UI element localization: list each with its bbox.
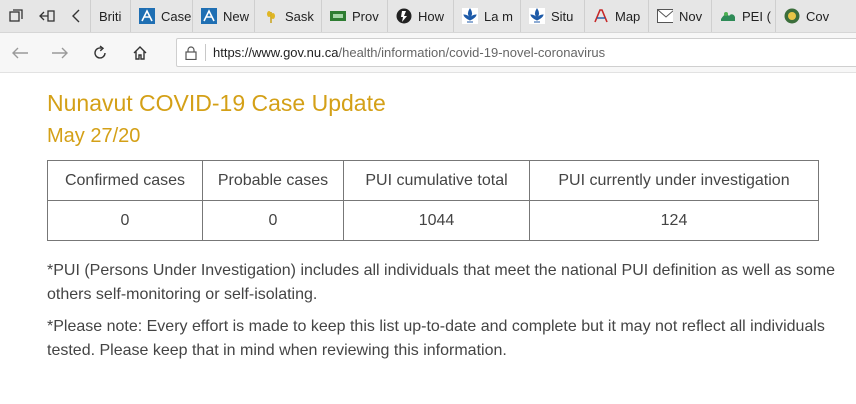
url-field[interactable]: https://www.gov.nu.ca/health/information… — [176, 38, 856, 67]
tab-map[interactable]: Map — [584, 0, 648, 32]
forward-button[interactable] — [48, 42, 72, 64]
page-content: Nunavut COVID-19 Case Update May 27/20 C… — [47, 86, 837, 363]
fleur-de-lis-icon — [462, 8, 478, 24]
tab-label: PEI ( — [742, 8, 771, 24]
tab-how[interactable]: How — [387, 0, 453, 32]
tab-la-m[interactable]: La m — [453, 0, 520, 32]
table-row: 0 0 1044 124 — [47, 200, 819, 241]
page-title: Nunavut COVID-19 Case Update — [47, 90, 386, 116]
tab-label: Briti — [99, 8, 122, 24]
pui-cumulative-total-value: 1044 — [343, 200, 530, 241]
tab-pei[interactable]: PEI ( — [711, 0, 775, 32]
update-date: May 27/20 — [47, 125, 141, 147]
probable-cases-value: 0 — [202, 200, 344, 241]
crest-icon — [784, 8, 800, 24]
tab-prov[interactable]: Prov — [321, 0, 387, 32]
disclaimer-note: *Please note: Every effort is made to ke… — [47, 318, 825, 359]
blue-a-icon — [201, 8, 217, 24]
red-logo-icon — [593, 8, 609, 24]
tab-label: New — [223, 8, 250, 24]
home-button[interactable] — [128, 42, 152, 64]
tab-case[interactable]: Case — [130, 0, 192, 32]
tab-bar: Briti Case New Sask Prov How La m Situ M… — [0, 0, 856, 33]
url-path: /health/information/covid-19-novel-coron… — [338, 45, 606, 60]
header-pui-cumulative-total: PUI cumulative total — [343, 160, 530, 201]
tab-label: Prov — [352, 8, 379, 24]
lock-icon[interactable] — [177, 45, 205, 60]
tab-sask[interactable]: Sask — [254, 0, 321, 32]
table-header-row: Confirmed cases Probable cases PUI cumul… — [47, 160, 819, 201]
url-separator — [205, 44, 206, 61]
tab-label: Sask — [285, 8, 314, 24]
tab-label: Nov — [679, 8, 703, 24]
back-button[interactable] — [8, 42, 32, 64]
pei-icon — [720, 8, 736, 24]
header-confirmed-cases: Confirmed cases — [47, 160, 203, 201]
fleur-de-lis-icon — [529, 8, 545, 24]
tab-label: Cov — [806, 8, 830, 24]
scroll-tabs-left-icon[interactable] — [62, 0, 90, 32]
refresh-button[interactable] — [88, 42, 112, 64]
case-table: Confirmed cases Probable cases PUI cumul… — [47, 160, 819, 241]
header-pui-under-investigation: PUI currently under investigation — [529, 160, 819, 201]
blue-a-icon — [139, 8, 155, 24]
tab-situ[interactable]: Situ — [520, 0, 584, 32]
tab-label: Situ — [551, 8, 574, 24]
tab-new[interactable]: New — [192, 0, 254, 32]
tab-label: How — [418, 8, 445, 24]
tab-actions-icon[interactable] — [0, 0, 31, 32]
set-tabs-aside-icon[interactable] — [31, 0, 62, 32]
confirmed-cases-value: 0 — [47, 200, 203, 241]
header-probable-cases: Probable cases — [202, 160, 344, 201]
envelope-icon — [657, 8, 673, 24]
tab-label: La m — [484, 8, 513, 24]
pui-definition-note: *PUI (Persons Under Investigation) inclu… — [47, 262, 835, 303]
address-bar: https://www.gov.nu.ca/health/information… — [0, 33, 856, 73]
tab-briti[interactable]: Briti — [90, 0, 130, 32]
green-flag-icon — [330, 8, 346, 24]
url-domain: https://www.gov.nu.ca — [213, 45, 339, 60]
tab-label: Map — [615, 8, 641, 24]
pui-under-investigation-value: 124 — [529, 200, 819, 241]
tab-nov[interactable]: Nov — [648, 0, 711, 32]
tab-cov[interactable]: Cov — [775, 0, 835, 32]
tab-label: Case — [161, 8, 192, 24]
globe-bolt-icon — [396, 8, 412, 24]
wheat-icon — [263, 8, 279, 24]
